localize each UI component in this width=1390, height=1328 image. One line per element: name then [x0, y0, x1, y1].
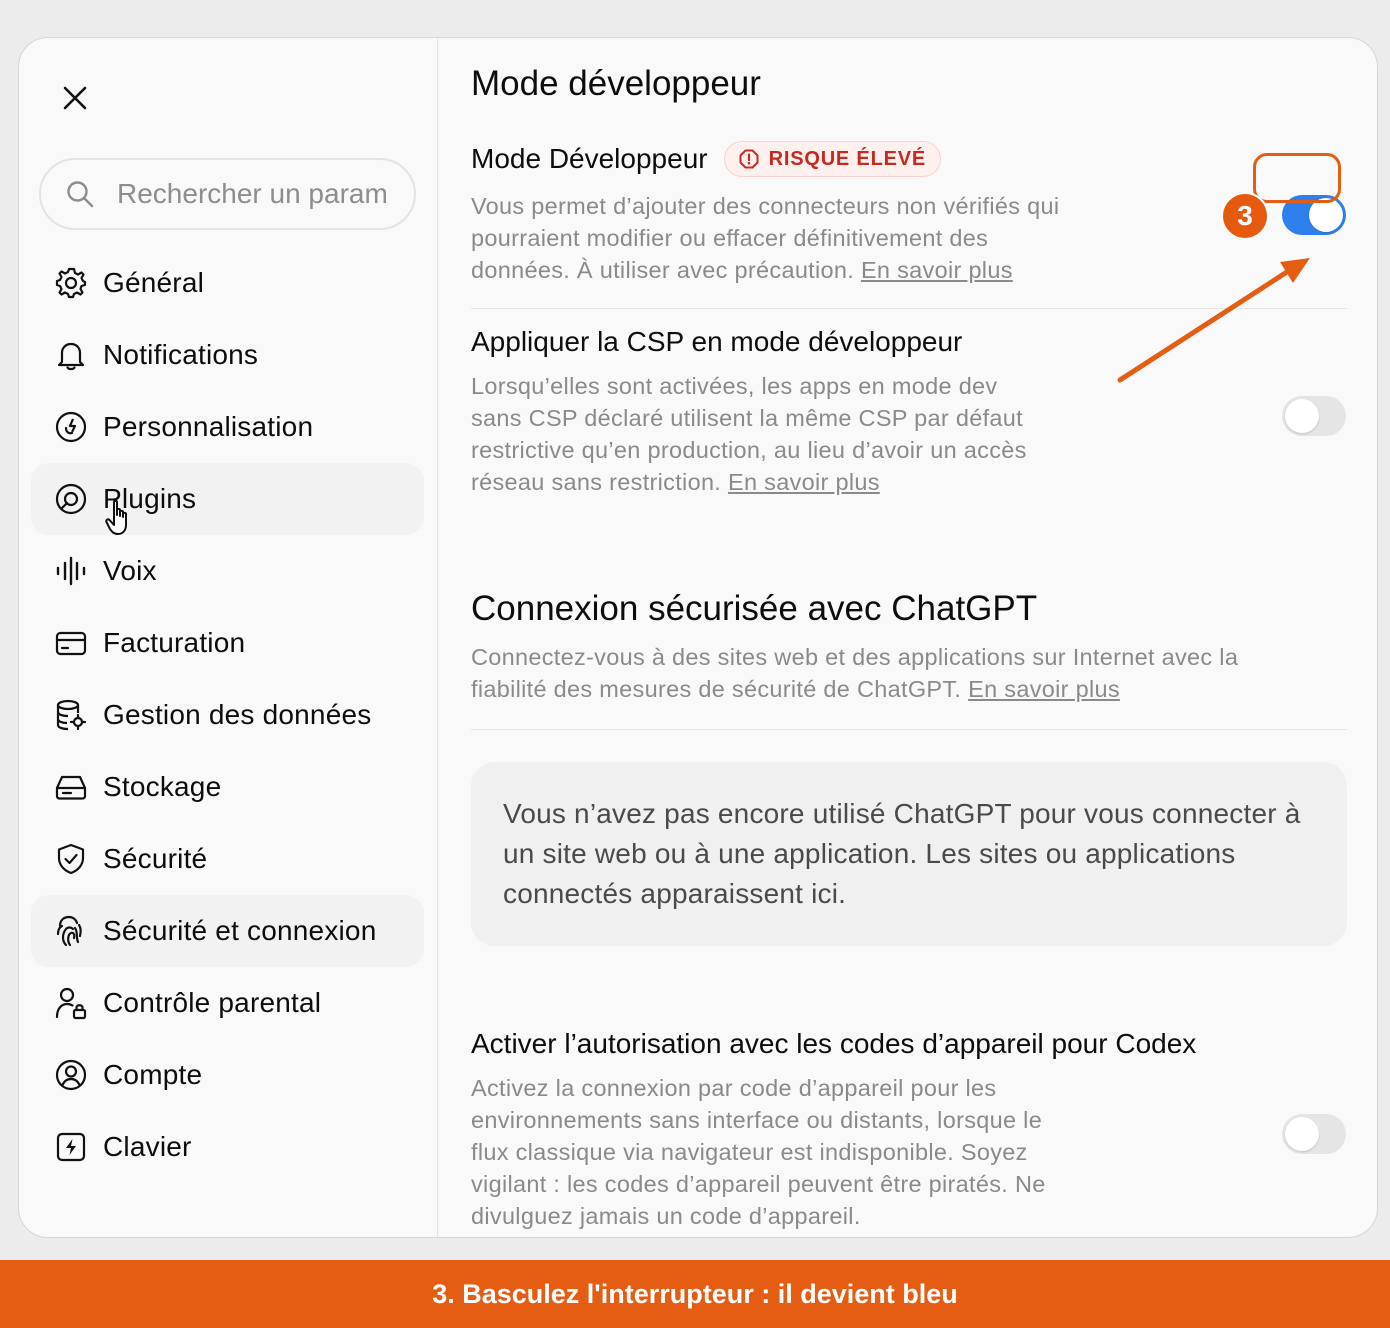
learn-more-link[interactable]: En savoir plus: [968, 676, 1120, 702]
sidebar-item-label: Sécurité: [103, 843, 208, 874]
sidebar-item-security[interactable]: Sécurité: [31, 823, 424, 895]
waveform-icon: [53, 553, 89, 589]
learn-more-link[interactable]: En savoir plus: [861, 257, 1013, 283]
risk-badge: RISQUE ÉLEVÉ: [723, 141, 942, 177]
toggle-knob: [1309, 198, 1343, 232]
device-codes-description: Activez la connexion par code d’appareil…: [471, 1075, 1046, 1229]
sidebar-item-label: Facturation: [103, 627, 246, 658]
page-title: Mode développeur: [471, 64, 761, 103]
shield-check-icon: [53, 841, 89, 877]
sidebar-item-label: Sécurité et connexion: [103, 915, 377, 946]
csp-setting: Appliquer la CSP en mode développeur Lor…: [471, 326, 1071, 498]
settings-sidebar: Général Notifications Personnalisation P…: [19, 38, 438, 1237]
sidebar-item-plugins[interactable]: Plugins: [31, 463, 424, 535]
sidebar-item-parental-control[interactable]: Contrôle parental: [31, 967, 424, 1039]
toggle-highlight-ring: [1253, 153, 1341, 203]
security-login-icon: [53, 913, 89, 949]
sidebar-item-label: Gestion des données: [103, 699, 372, 730]
device-codes-setting: Activer l’autorisation avec les codes d’…: [471, 1028, 1347, 1232]
toggle-knob: [1285, 399, 1319, 433]
sidebar-item-storage[interactable]: Stockage: [31, 751, 424, 823]
plugins-icon: [53, 481, 89, 517]
divider: [471, 308, 1347, 309]
warning-octagon-icon: [739, 149, 759, 169]
secure-connection-description-text: Connectez-vous à des sites web et des ap…: [471, 644, 1239, 702]
secure-connection-title: Connexion sécurisée avec ChatGPT: [471, 589, 1038, 628]
sidebar-item-account[interactable]: Compte: [31, 1039, 424, 1111]
sidebar-item-general[interactable]: Général: [31, 247, 424, 319]
account-icon: [53, 1057, 89, 1093]
sidebar-item-label: Clavier: [103, 1131, 192, 1162]
sidebar-item-billing[interactable]: Facturation: [31, 607, 424, 679]
step-number-badge: 3: [1221, 192, 1269, 240]
csp-title: Appliquer la CSP en mode développeur: [471, 326, 963, 357]
sidebar-item-personalization[interactable]: Personnalisation: [31, 391, 424, 463]
gear-icon: [53, 265, 89, 301]
device-codes-toggle[interactable]: [1282, 1114, 1346, 1154]
risk-badge-label: RISQUE ÉLEVÉ: [768, 147, 927, 170]
sidebar-item-label: Général: [103, 267, 205, 298]
dev-mode-title: Mode Développeur: [471, 143, 708, 174]
csp-toggle[interactable]: [1282, 396, 1346, 436]
settings-content: Mode développeur Mode Développeur RISQUE…: [471, 38, 1347, 1237]
sidebar-item-voice[interactable]: Voix: [31, 535, 424, 607]
database-gear-icon: [53, 697, 89, 733]
sidebar-item-label: Contrôle parental: [103, 987, 322, 1018]
sidebar-item-data-controls[interactable]: Gestion des données: [31, 679, 424, 751]
storage-icon: [53, 769, 89, 805]
caption-banner: 3. Basculez l'interrupteur : il devient …: [0, 1260, 1390, 1328]
credit-card-icon: [53, 625, 89, 661]
sidebar-item-label: Stockage: [103, 771, 222, 802]
search-field[interactable]: [39, 158, 416, 230]
sidebar-item-security-login[interactable]: Sécurité et connexion: [31, 895, 424, 967]
dev-mode-description: Vous permet d’ajouter des connecteurs no…: [471, 190, 1081, 286]
sidebar-item-label: Compte: [103, 1059, 203, 1090]
sidebar-item-notifications[interactable]: Notifications: [31, 319, 424, 391]
keyboard-icon: [53, 1129, 89, 1165]
settings-modal: Général Notifications Personnalisation P…: [18, 37, 1378, 1238]
csp-description: Lorsqu’elles sont activées, les apps en …: [471, 370, 1051, 498]
search-icon: [67, 181, 94, 208]
search-input[interactable]: [117, 178, 407, 210]
personalization-icon: [53, 409, 89, 445]
sidebar-item-label: Notifications: [103, 339, 259, 370]
sidebar-item-label: Personnalisation: [103, 411, 314, 442]
connected-sites-empty-state: Vous n’avez pas encore utilisé ChatGPT p…: [471, 762, 1347, 946]
secure-connection-description: Connectez-vous à des sites web et des ap…: [471, 641, 1311, 705]
device-codes-title: Activer l’autorisation avec les codes d’…: [471, 1028, 1197, 1059]
parental-control-icon: [53, 985, 89, 1021]
hand-cursor-icon: [105, 499, 127, 535]
sidebar-item-keyboard[interactable]: Clavier: [31, 1111, 424, 1183]
close-icon: [63, 86, 87, 110]
sidebar-item-label: Voix: [103, 555, 157, 586]
toggle-knob: [1285, 1117, 1319, 1151]
close-button[interactable]: [57, 80, 93, 116]
sidebar-nav: Général Notifications Personnalisation P…: [31, 247, 424, 1183]
caption-text: 3. Basculez l'interrupteur : il devient …: [432, 1278, 958, 1309]
divider: [471, 729, 1347, 730]
dev-mode-setting: Mode Développeur RISQUE ÉLEVÉ Vous perme…: [471, 140, 1111, 286]
learn-more-link[interactable]: En savoir plus: [728, 469, 880, 495]
bell-icon: [53, 337, 89, 373]
